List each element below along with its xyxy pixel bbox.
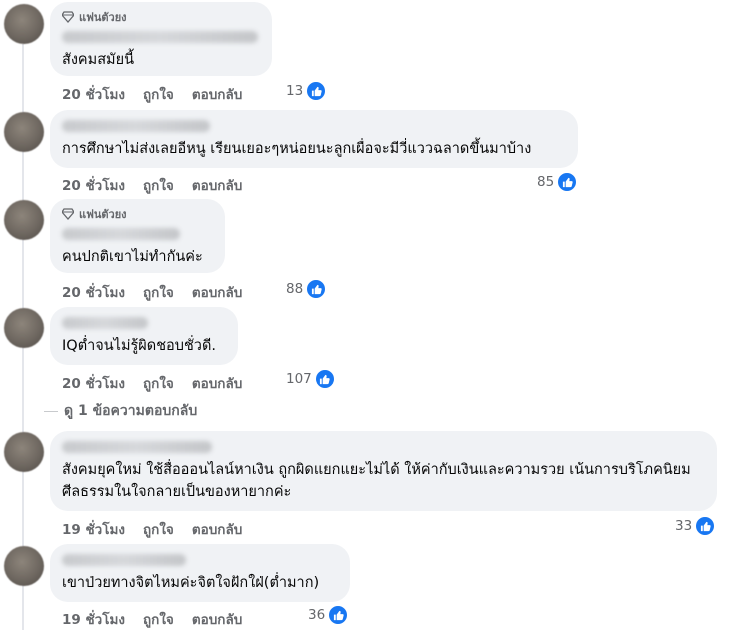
like-count: 36 bbox=[308, 607, 326, 623]
like-link[interactable]: ถูกใจ bbox=[143, 518, 174, 540]
reply-elbow bbox=[44, 410, 58, 412]
diamond-icon bbox=[62, 208, 74, 220]
top-fan-badge: แฟนตัวยง bbox=[62, 10, 260, 24]
comment-bubble: แฟนตัวยง คนปกติเขาไม่ทำกันค่ะ bbox=[50, 199, 225, 273]
like-link[interactable]: ถูกใจ bbox=[143, 83, 174, 105]
like-link[interactable]: ถูกใจ bbox=[143, 174, 174, 196]
thumbs-up-icon bbox=[306, 81, 327, 101]
comment-text: สังคมยุคใหม่ ใช้สื่อออนไลน์หาเงิน ถูกผิด… bbox=[62, 462, 691, 500]
comment-bubble: แฟนตัวยง สังคมสมัยนี้ bbox=[50, 2, 272, 76]
comment-actions: 19 ชั่วโมง ถูกใจ ตอบกลับ bbox=[62, 608, 242, 630]
comment-actions: 20 ชั่วโมง ถูกใจ ตอบกลับ bbox=[62, 372, 242, 394]
avatar[interactable] bbox=[4, 546, 44, 586]
commenter-name[interactable] bbox=[62, 441, 212, 453]
like-link[interactable]: ถูกใจ bbox=[143, 281, 174, 303]
thumbs-up-icon bbox=[695, 516, 716, 536]
reply-link[interactable]: ตอบกลับ bbox=[192, 518, 242, 540]
comment-time[interactable]: 20 ชั่วโมง bbox=[62, 281, 125, 303]
comment-text: คนปกติเขาไม่ทำกันค่ะ bbox=[62, 249, 203, 265]
reaction-count[interactable]: 36 bbox=[308, 605, 349, 625]
reaction-count[interactable]: 85 bbox=[537, 172, 578, 192]
comment-text: IQต่ำจนไม่รู้ผิดชอบชั่วดี. bbox=[62, 338, 216, 354]
commenter-name[interactable] bbox=[62, 554, 186, 566]
thumbs-up-icon bbox=[328, 605, 349, 625]
reaction-count[interactable]: 107 bbox=[286, 369, 335, 389]
diamond-icon bbox=[62, 11, 74, 23]
like-count: 107 bbox=[286, 371, 312, 387]
like-count: 33 bbox=[675, 518, 693, 534]
commenter-name[interactable] bbox=[62, 228, 180, 240]
badge-label: แฟนตัวยง bbox=[79, 208, 127, 221]
comment-time[interactable]: 19 ชั่วโมง bbox=[62, 518, 125, 540]
like-link[interactable]: ถูกใจ bbox=[143, 608, 174, 630]
avatar[interactable] bbox=[4, 112, 44, 152]
comment-bubble: สังคมยุคใหม่ ใช้สื่อออนไลน์หาเงิน ถูกผิด… bbox=[50, 431, 717, 511]
top-fan-badge: แฟนตัวยง bbox=[62, 207, 213, 221]
commenter-name[interactable] bbox=[62, 317, 148, 329]
comment-actions: 20 ชั่วโมง ถูกใจ ตอบกลับ bbox=[62, 281, 242, 303]
comment-bubble: IQต่ำจนไม่รู้ผิดชอบชั่วดี. bbox=[50, 307, 238, 365]
view-replies-label: ดู 1 ข้อความตอบกลับ bbox=[64, 403, 198, 419]
view-replies-link[interactable]: ดู 1 ข้อความตอบกลับ bbox=[44, 400, 197, 422]
like-count: 85 bbox=[537, 174, 555, 190]
like-count: 13 bbox=[286, 83, 304, 99]
avatar[interactable] bbox=[4, 432, 44, 472]
reaction-count[interactable]: 33 bbox=[675, 516, 716, 536]
avatar[interactable] bbox=[4, 200, 44, 240]
commenter-name[interactable] bbox=[62, 120, 210, 132]
comment-text: สังคมสมัยนี้ bbox=[62, 52, 135, 68]
like-count: 88 bbox=[286, 281, 304, 297]
comment-bubble: การศึกษาไม่ส่งเลยอีหนู เรียนเยอะๆหน่อยนะ… bbox=[50, 110, 578, 168]
thumbs-up-icon bbox=[557, 172, 578, 192]
avatar[interactable] bbox=[4, 4, 44, 44]
comment-text: เขาป่วยทางจิตไหมค่ะจิตใจฝักใฝ่(ต่ำมาก) bbox=[62, 575, 320, 591]
comment-text: การศึกษาไม่ส่งเลยอีหนู เรียนเยอะๆหน่อยนะ… bbox=[62, 141, 532, 157]
comment-time[interactable]: 19 ชั่วโมง bbox=[62, 608, 125, 630]
comment-time[interactable]: 20 ชั่วโมง bbox=[62, 83, 125, 105]
reply-link[interactable]: ตอบกลับ bbox=[192, 174, 242, 196]
comment-actions: 20 ชั่วโมง ถูกใจ ตอบกลับ bbox=[62, 174, 242, 196]
thumbs-up-icon bbox=[306, 279, 327, 299]
like-link[interactable]: ถูกใจ bbox=[143, 372, 174, 394]
comment-actions: 20 ชั่วโมง ถูกใจ ตอบกลับ bbox=[62, 83, 242, 105]
reply-link[interactable]: ตอบกลับ bbox=[192, 83, 242, 105]
reply-link[interactable]: ตอบกลับ bbox=[192, 372, 242, 394]
comment-actions: 19 ชั่วโมง ถูกใจ ตอบกลับ bbox=[62, 518, 242, 540]
reply-link[interactable]: ตอบกลับ bbox=[192, 281, 242, 303]
reply-link[interactable]: ตอบกลับ bbox=[192, 608, 242, 630]
thumbs-up-icon bbox=[314, 369, 335, 389]
comment-bubble: เขาป่วยทางจิตไหมค่ะจิตใจฝักใฝ่(ต่ำมาก) bbox=[50, 544, 350, 602]
badge-label: แฟนตัวยง bbox=[79, 11, 127, 24]
reaction-count[interactable]: 13 bbox=[286, 81, 327, 101]
commenter-name[interactable] bbox=[62, 31, 258, 43]
avatar[interactable] bbox=[4, 308, 44, 348]
comment-time[interactable]: 20 ชั่วโมง bbox=[62, 372, 125, 394]
reaction-count[interactable]: 88 bbox=[286, 279, 327, 299]
comment-time[interactable]: 20 ชั่วโมง bbox=[62, 174, 125, 196]
